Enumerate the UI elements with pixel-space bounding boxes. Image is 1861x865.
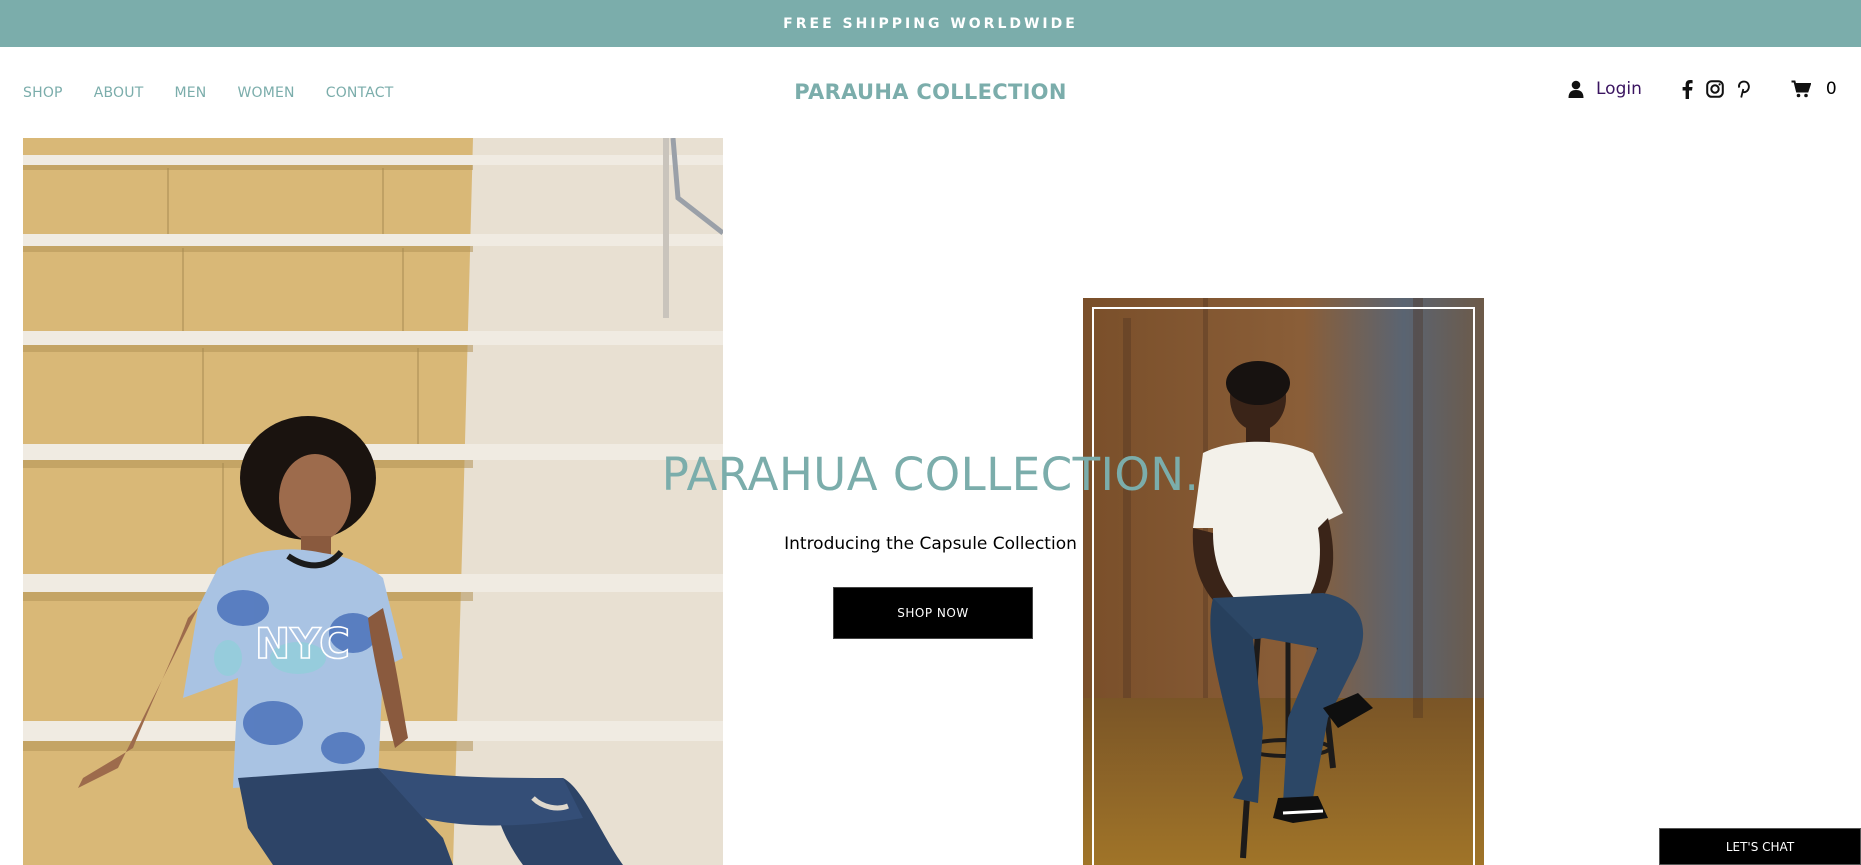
announcement-text: FREE SHIPPING WORLDWIDE bbox=[783, 15, 1078, 32]
announcement-bar: FREE SHIPPING WORLDWIDE bbox=[0, 0, 1861, 47]
hero-subtitle: Introducing the Capsule Collection bbox=[784, 534, 1077, 554]
hero-image-right bbox=[1083, 298, 1484, 865]
user-icon bbox=[1568, 80, 1584, 98]
social-links bbox=[1682, 79, 1751, 99]
header-tools: Login 0 bbox=[1568, 79, 1837, 99]
lets-chat-button[interactable]: LET'S CHAT bbox=[1659, 828, 1861, 865]
hero-title: PARAHUA COLLECTION. bbox=[661, 448, 1200, 501]
pinterest-icon[interactable] bbox=[1737, 80, 1751, 98]
login-link[interactable]: Login bbox=[1568, 79, 1642, 99]
facebook-icon[interactable] bbox=[1682, 79, 1693, 99]
cart-icon bbox=[1791, 80, 1811, 98]
image-frame bbox=[1092, 307, 1475, 865]
svg-text:NYC: NYC bbox=[255, 619, 350, 668]
instagram-icon[interactable] bbox=[1706, 80, 1724, 98]
cart-count: 0 bbox=[1825, 79, 1837, 99]
login-label: Login bbox=[1596, 79, 1642, 99]
site-header: SHOP ABOUT MEN WOMEN CONTACT PARAUHA COL… bbox=[0, 47, 1861, 137]
shop-now-button[interactable]: SHOP NOW bbox=[833, 587, 1033, 639]
hero-image-left: NYC bbox=[23, 138, 723, 865]
cart-link[interactable]: 0 bbox=[1791, 79, 1837, 99]
